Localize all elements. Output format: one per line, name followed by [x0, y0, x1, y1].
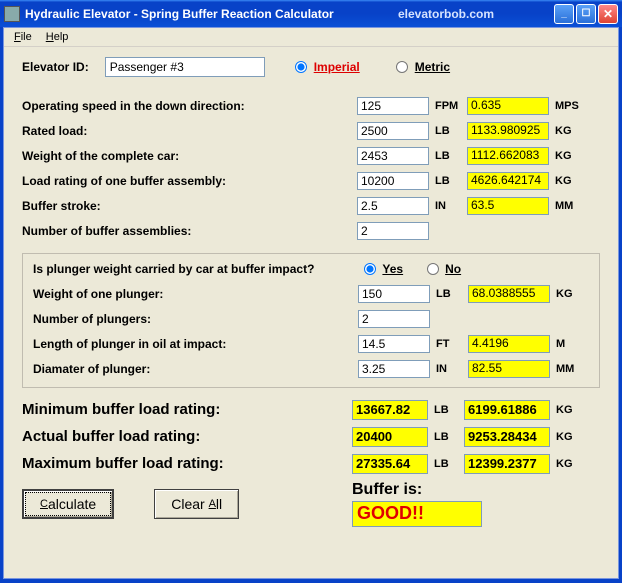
window-title: Hydraulic Elevator - Spring Buffer React… — [25, 7, 398, 21]
no-label: No — [445, 262, 461, 276]
nplunger-label: Number of plungers: — [33, 312, 358, 326]
min-label: Minimum buffer load rating: — [22, 401, 352, 418]
imperial-radio[interactable] — [295, 61, 307, 73]
unit-mm: MM — [550, 363, 588, 375]
speed-metric: 0.635 — [467, 97, 549, 115]
unit-kg: KG — [550, 404, 586, 416]
unit-kg: KG — [550, 431, 586, 443]
close-button[interactable]: ✕ — [598, 4, 618, 24]
act-value: 20400 — [352, 427, 428, 447]
elevator-id-label: Elevator ID: — [22, 60, 89, 74]
plungerdia-label: Diamater of plunger: — [33, 362, 358, 376]
min-value: 13667.82 — [352, 400, 428, 420]
max-value: 27335.64 — [352, 454, 428, 474]
max-label: Maximum buffer load rating: — [22, 455, 352, 472]
plungerdia-input[interactable] — [358, 360, 430, 378]
carwt-input[interactable] — [357, 147, 429, 165]
unit-fpm: FPM — [429, 100, 467, 112]
plungerlen-label: Length of plunger in oil at impact: — [33, 337, 358, 351]
imperial-label: Imperial — [314, 60, 360, 74]
app-icon — [4, 6, 20, 22]
nbuf-label: Number of buffer assemblies: — [22, 224, 357, 238]
minimize-button[interactable]: _ — [554, 4, 574, 24]
metric-label: Metric — [415, 60, 450, 74]
stroke-input[interactable] — [357, 197, 429, 215]
plungerwt-metric: 68.0388555 — [468, 285, 550, 303]
window-frame: File Help Elevator ID: Imperial Metric O… — [3, 27, 619, 579]
buffer-status: GOOD!! — [352, 501, 482, 527]
calculate-button[interactable]: Calculate — [22, 489, 114, 519]
bufload-metric: 4626.642174 — [467, 172, 549, 190]
unit-lb: LB — [429, 150, 467, 162]
plungerwt-input[interactable] — [358, 285, 430, 303]
act-metric: 9253.28434 — [464, 427, 550, 447]
unit-in: IN — [429, 200, 467, 212]
buffer-is-label: Buffer is: — [352, 481, 482, 499]
unit-lb: LB — [429, 125, 467, 137]
rated-label: Rated load: — [22, 124, 357, 138]
unit-mm: MM — [549, 200, 587, 212]
plungerlen-metric: 4.4196 — [468, 335, 550, 353]
plungerlen-input[interactable] — [358, 335, 430, 353]
unit-lb: LB — [428, 431, 464, 443]
unit-lb: LB — [428, 458, 464, 470]
unit-ft: FT — [430, 338, 468, 350]
rated-input[interactable] — [357, 122, 429, 140]
unit-in: IN — [430, 363, 468, 375]
nbuf-input[interactable] — [357, 222, 429, 240]
maximize-button[interactable]: ☐ — [576, 4, 596, 24]
carwt-metric: 1112.662083 — [467, 147, 549, 165]
unit-kg: KG — [549, 175, 587, 187]
window-subtitle: elevatorbob.com — [398, 7, 494, 21]
menubar: File Help — [4, 28, 618, 47]
max-metric: 12399.2377 — [464, 454, 550, 474]
plunger-group: Is plunger weight carried by car at buff… — [22, 253, 600, 388]
titlebar: Hydraulic Elevator - Spring Buffer React… — [0, 0, 622, 27]
unit-kg: KG — [549, 125, 587, 137]
carwt-label: Weight of the complete car: — [22, 149, 357, 163]
stroke-metric: 63.5 — [467, 197, 549, 215]
rated-metric: 1133.980925 — [467, 122, 549, 140]
plungerdia-metric: 82.55 — [468, 360, 550, 378]
unit-kg: KG — [549, 150, 587, 162]
act-label: Actual buffer load rating: — [22, 428, 352, 445]
elevator-id-input[interactable] — [105, 57, 265, 77]
menu-file[interactable]: File — [8, 30, 38, 44]
unit-lb: LB — [430, 288, 468, 300]
clear-button[interactable]: Clear All — [154, 489, 239, 519]
plunger-yes-radio[interactable] — [364, 263, 376, 275]
plunger-question: Is plunger weight carried by car at buff… — [33, 262, 314, 276]
speed-label: Operating speed in the down direction: — [22, 99, 357, 113]
unit-m: M — [550, 338, 588, 350]
bufload-input[interactable] — [357, 172, 429, 190]
min-metric: 6199.61886 — [464, 400, 550, 420]
unit-mps: MPS — [549, 100, 587, 112]
unit-kg: KG — [550, 288, 588, 300]
plunger-no-radio[interactable] — [427, 263, 439, 275]
unit-lb: LB — [428, 404, 464, 416]
plungerwt-label: Weight of one plunger: — [33, 287, 358, 301]
yes-label: Yes — [382, 262, 403, 276]
metric-radio[interactable] — [396, 61, 408, 73]
unit-kg: KG — [550, 458, 586, 470]
unit-lb: LB — [429, 175, 467, 187]
nplunger-input[interactable] — [358, 310, 430, 328]
stroke-label: Buffer stroke: — [22, 199, 357, 213]
bufload-label: Load rating of one buffer assembly: — [22, 174, 357, 188]
menu-help[interactable]: Help — [40, 30, 75, 44]
speed-input[interactable] — [357, 97, 429, 115]
